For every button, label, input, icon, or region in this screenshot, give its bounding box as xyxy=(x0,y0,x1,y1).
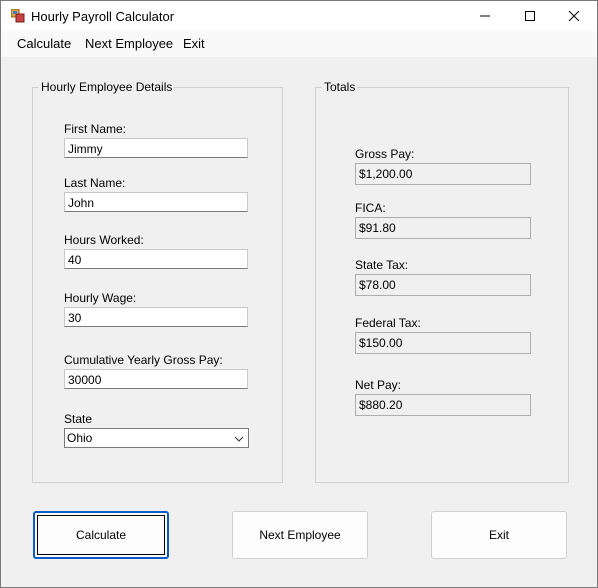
focus-rectangle xyxy=(37,515,165,555)
close-icon xyxy=(568,10,580,22)
next-employee-button-label: Next Employee xyxy=(259,528,341,542)
state-select-value: Ohio xyxy=(67,431,93,445)
fica-label: FICA: xyxy=(355,201,386,215)
hourly-wage-label: Hourly Wage: xyxy=(64,291,137,305)
last-name-label: Last Name: xyxy=(64,176,126,190)
calculate-button[interactable]: Calculate xyxy=(33,511,169,559)
federal-tax-output: $150.00 xyxy=(355,332,531,354)
state-label: State xyxy=(64,412,93,426)
state-tax-output: $78.00 xyxy=(355,274,531,296)
employee-details-title: Hourly Employee Details xyxy=(39,80,175,94)
next-employee-button[interactable]: Next Employee xyxy=(232,511,368,559)
first-name-field[interactable]: Jimmy xyxy=(64,138,248,158)
menu-bar: Calculate Next Employee Exit xyxy=(1,31,597,58)
app-icon xyxy=(10,8,25,23)
menu-item-exit[interactable]: Exit xyxy=(183,36,205,51)
main-window: Hourly Payroll Calculator Calculate Next… xyxy=(0,0,598,588)
cumulative-gross-label: Cumulative Yearly Gross Pay: xyxy=(64,353,223,367)
menu-item-calculate[interactable]: Calculate xyxy=(17,36,71,51)
hourly-wage-field[interactable]: 30 xyxy=(64,307,248,327)
fica-output: $91.80 xyxy=(355,217,531,239)
close-button[interactable] xyxy=(551,1,597,31)
first-name-label: First Name: xyxy=(64,122,127,136)
minimize-icon xyxy=(480,15,490,17)
federal-tax-label: Federal Tax: xyxy=(355,316,421,330)
chevron-down-icon xyxy=(234,433,244,443)
state-select[interactable]: Ohio xyxy=(64,428,249,448)
exit-button-label: Exit xyxy=(488,528,509,542)
last-name-field[interactable]: John xyxy=(64,192,248,212)
title-bar[interactable]: Hourly Payroll Calculator xyxy=(1,1,597,31)
window-title: Hourly Payroll Calculator xyxy=(31,9,175,24)
maximize-button[interactable] xyxy=(507,1,553,31)
totals-title: Totals xyxy=(322,80,358,94)
menu-item-next-employee[interactable]: Next Employee xyxy=(85,36,173,51)
hours-worked-label: Hours Worked: xyxy=(64,233,144,247)
state-tax-label: State Tax: xyxy=(355,258,409,272)
gross-pay-label: Gross Pay: xyxy=(355,147,415,161)
maximize-icon xyxy=(525,11,535,21)
minimize-button[interactable] xyxy=(462,1,508,31)
cumulative-gross-field[interactable]: 30000 xyxy=(64,369,248,389)
net-pay-output: $880.20 xyxy=(355,394,531,416)
hours-worked-field[interactable]: 40 xyxy=(64,249,248,269)
net-pay-label: Net Pay: xyxy=(355,378,402,392)
exit-button[interactable]: Exit xyxy=(431,511,567,559)
gross-pay-output: $1,200.00 xyxy=(355,163,531,185)
